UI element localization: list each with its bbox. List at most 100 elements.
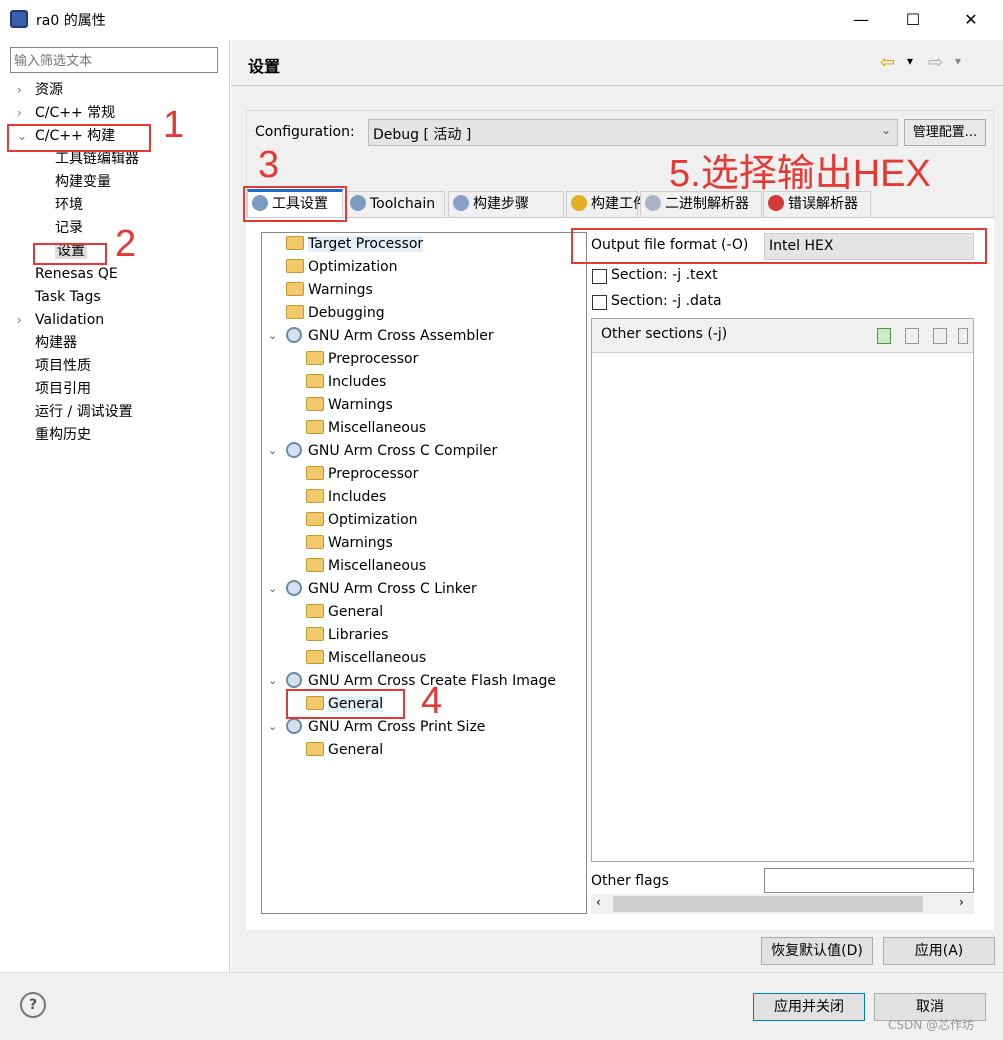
tree-item[interactable]: Warnings	[306, 394, 393, 416]
tab-2[interactable]: Toolchain	[345, 191, 445, 217]
other-flags-input[interactable]	[764, 868, 974, 893]
tree-item[interactable]: Preprocessor	[306, 463, 418, 485]
apply-button[interactable]: 应用(A)	[883, 937, 995, 965]
divider	[231, 85, 1003, 86]
tree-item[interactable]: ⌄ GNU Arm Cross Print Size	[268, 716, 486, 738]
tab-label: Toolchain	[370, 196, 436, 212]
tree-item[interactable]: General	[306, 739, 383, 761]
sidebar-item-label: 环境	[55, 197, 83, 213]
tree-item[interactable]: Optimization	[286, 256, 398, 278]
other-flags-label: Other flags	[591, 873, 669, 889]
watermark: CSDN @芯作坊	[888, 1018, 975, 1032]
other-sections-list[interactable]: Other sections (-j)	[591, 318, 974, 862]
sidebar-item-label: 项目引用	[35, 381, 91, 397]
tree-item[interactable]: Miscellaneous	[306, 647, 426, 669]
sidebar-item[interactable]: › C/C++ 常规	[17, 102, 115, 124]
sidebar-item[interactable]: › Validation	[17, 309, 104, 331]
tree-item-label: GNU Arm Cross Print Size	[308, 719, 486, 735]
tree-item[interactable]: General	[306, 601, 383, 623]
tree-item[interactable]: Warnings	[286, 279, 373, 301]
filter-input[interactable]	[10, 47, 218, 73]
apply-and-close-button[interactable]: 应用并关闭	[753, 993, 865, 1021]
sidebar-item[interactable]: 运行 / 调试设置	[35, 401, 133, 423]
section-text-checkbox[interactable]	[592, 269, 607, 284]
sidebar-item-label: Task Tags	[35, 289, 101, 305]
tree-item[interactable]: Target Processor	[286, 233, 424, 255]
tab-3[interactable]: 构建步骤	[448, 191, 564, 217]
tree-item[interactable]: ⌄ GNU Arm Cross C Linker	[268, 578, 477, 600]
tree-item[interactable]: Includes	[306, 486, 386, 508]
tool-icon	[286, 672, 302, 688]
forward-dropdown-icon[interactable]: ▾	[955, 54, 961, 68]
sidebar-item-label: 记录	[55, 220, 83, 236]
minimize-button[interactable]: —	[838, 4, 884, 36]
sidebar-item-label: 项目性质	[35, 358, 91, 374]
tree-item-label: Miscellaneous	[328, 558, 427, 574]
folder-icon	[306, 512, 324, 526]
tree-item[interactable]: Optimization	[306, 509, 418, 531]
folder-icon	[306, 420, 324, 434]
other-sections-label: Other sections (-j)	[601, 326, 728, 342]
chevron-down-icon[interactable]: ⌄	[268, 578, 277, 600]
tree-item[interactable]: Includes	[306, 371, 386, 393]
folder-icon	[306, 489, 324, 503]
tree-item[interactable]: Warnings	[306, 532, 393, 554]
back-dropdown-icon[interactable]: ▾	[907, 54, 913, 68]
tree-item[interactable]: Miscellaneous	[306, 555, 426, 577]
delete-icon[interactable]	[905, 328, 919, 344]
scrollbar-thumb[interactable]	[613, 896, 923, 912]
sidebar-item[interactable]: 构建变量	[55, 171, 111, 193]
tool-icon	[286, 718, 302, 734]
tool-icon	[286, 327, 302, 343]
sidebar-item[interactable]: 记录	[55, 217, 83, 239]
tab-label: 二进制解析器	[665, 196, 749, 212]
folder-icon	[306, 604, 324, 618]
sidebar-item-label: Renesas QE	[35, 266, 118, 282]
chevron-down-icon[interactable]: ⌄	[268, 440, 277, 462]
folder-icon	[286, 236, 304, 250]
folder-icon	[306, 650, 324, 664]
build-steps-icon	[453, 195, 469, 211]
tab-4[interactable]: 构建工件	[566, 191, 647, 217]
sidebar-item[interactable]: Renesas QE	[35, 263, 118, 285]
chevron-right-icon[interactable]: ›	[17, 79, 22, 101]
tree-item[interactable]: Preprocessor	[306, 348, 418, 370]
folder-icon	[306, 466, 324, 480]
folder-icon	[306, 558, 324, 572]
tree-item-label: Debugging	[308, 305, 385, 321]
sidebar-item[interactable]: 环境	[55, 194, 83, 216]
close-button[interactable]: ✕	[948, 4, 994, 36]
move-up-icon[interactable]	[958, 328, 968, 344]
restore-defaults-button[interactable]: 恢复默认值(D)	[761, 937, 873, 965]
tree-item-label: Miscellaneous	[328, 650, 427, 666]
chevron-down-icon[interactable]: ⌄	[268, 670, 277, 692]
tree-item-label: General	[328, 604, 384, 620]
chevron-down-icon[interactable]: ⌄	[268, 716, 277, 738]
tree-item[interactable]: Miscellaneous	[306, 417, 426, 439]
help-icon[interactable]: ?	[20, 992, 46, 1018]
forward-icon[interactable]: ⇨	[928, 52, 943, 73]
section-data-checkbox[interactable]	[592, 295, 607, 310]
sidebar-item[interactable]: 项目引用	[35, 378, 91, 400]
maximize-button[interactable]: ☐	[890, 4, 936, 36]
chevron-right-icon[interactable]: ›	[17, 102, 22, 124]
tree-item[interactable]: Libraries	[306, 624, 388, 646]
tree-item[interactable]: Debugging	[286, 302, 385, 324]
sidebar-item[interactable]: Task Tags	[35, 286, 101, 308]
horizontal-scrollbar[interactable]: ‹ ›	[591, 894, 974, 914]
add-icon[interactable]	[877, 328, 891, 344]
back-icon[interactable]: ⇦	[880, 52, 895, 73]
tree-item[interactable]: ⌄ GNU Arm Cross Assembler	[268, 325, 494, 347]
chevron-right-icon[interactable]: ›	[17, 309, 22, 331]
sidebar-item[interactable]: 构建器	[35, 332, 77, 354]
edit-icon[interactable]	[933, 328, 947, 344]
scroll-right-icon[interactable]: ›	[959, 895, 964, 909]
tree-item[interactable]: ⌄ GNU Arm Cross C Compiler	[268, 440, 497, 462]
gear-icon	[350, 195, 366, 211]
sidebar-item[interactable]: 项目性质	[35, 355, 91, 377]
annotation-2: 2	[115, 223, 137, 265]
chevron-down-icon[interactable]: ⌄	[268, 325, 277, 347]
scroll-left-icon[interactable]: ‹	[596, 895, 601, 909]
sidebar-item[interactable]: 重构历史	[35, 424, 91, 446]
sidebar-item[interactable]: › 资源	[17, 79, 63, 101]
